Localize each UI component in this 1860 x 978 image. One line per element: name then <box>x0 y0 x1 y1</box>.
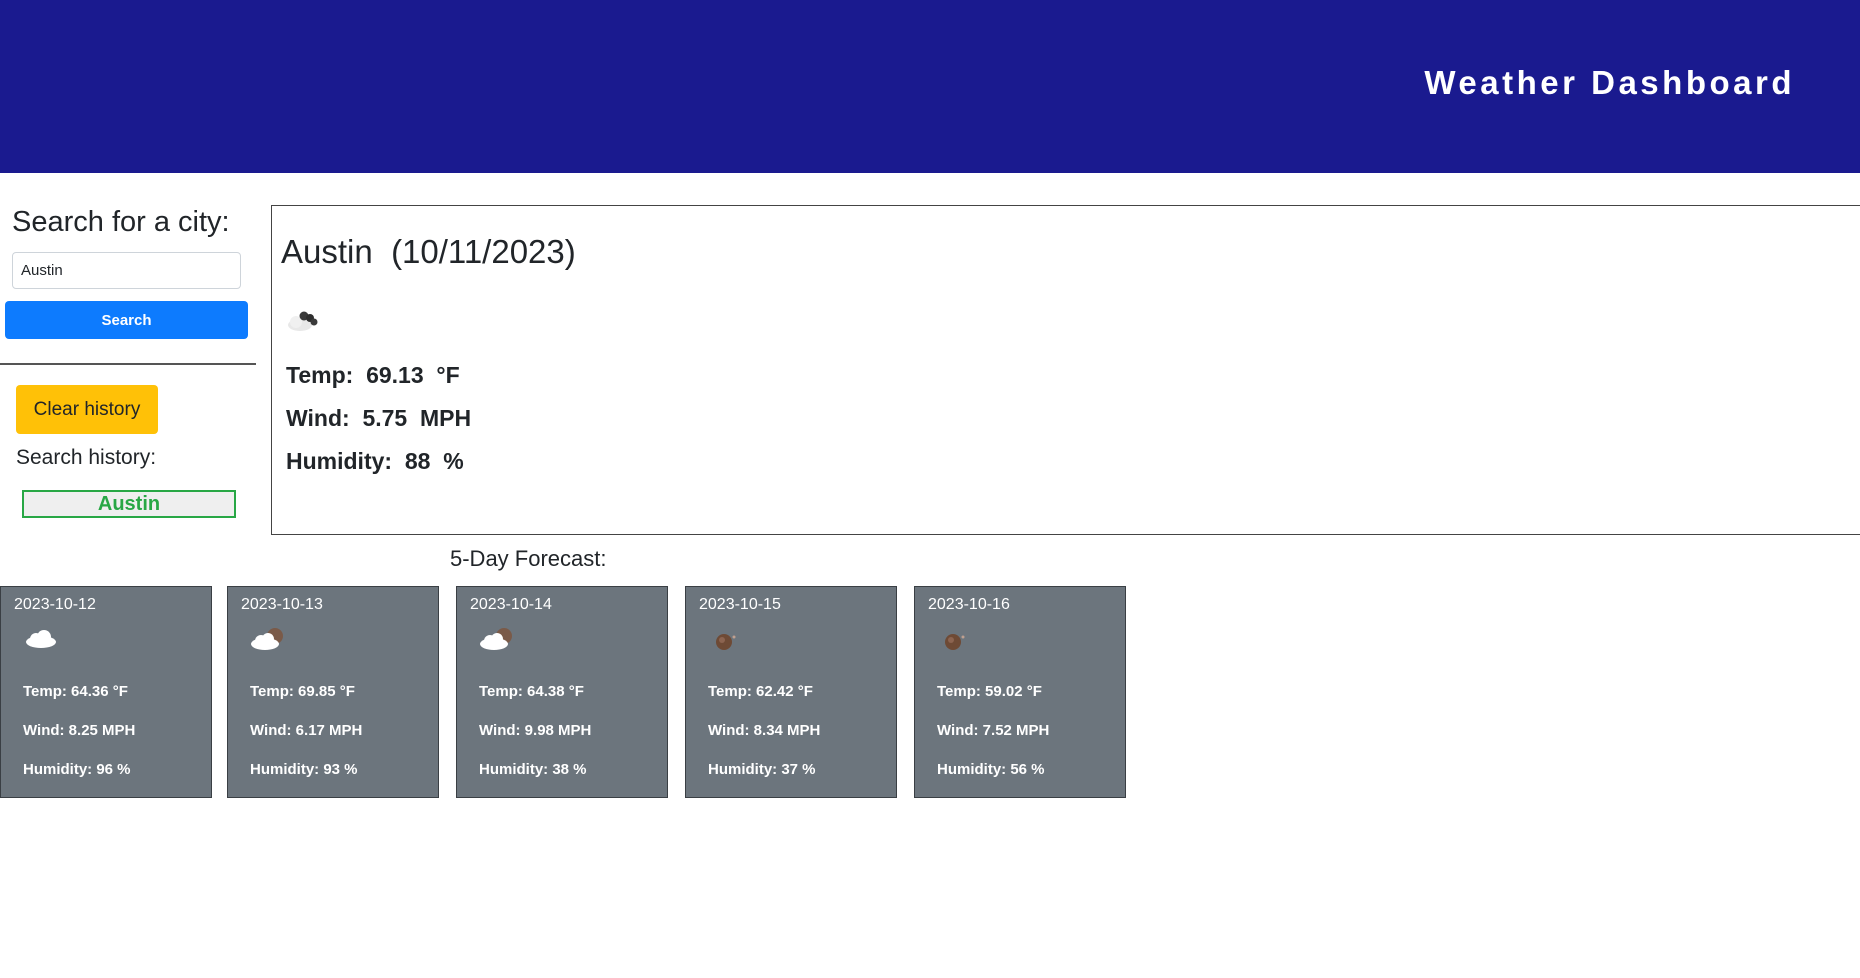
forecast-temp: Temp: 69.85 °F <box>250 683 355 700</box>
clear-night-icon <box>945 634 965 650</box>
clear-night-icon <box>716 634 736 650</box>
cloud-icon <box>26 630 56 648</box>
forecast-humidity: Humidity: 96 % <box>23 761 131 778</box>
search-heading: Search for a city: <box>12 206 230 238</box>
forecast-wind: Wind: 6.17 MPH <box>250 722 363 739</box>
forecast-date: 2023-10-15 <box>699 596 781 613</box>
current-date: (10/11/2023) <box>391 233 576 270</box>
forecast-date: 2023-10-12 <box>14 596 96 613</box>
forecast-card: 2023-10-12 Temp: 64.36 °F Wind: 8.25 MPH… <box>0 586 212 798</box>
current-temp: Temp: 69.13 °F <box>286 362 460 388</box>
search-history-heading: Search history: <box>16 446 157 469</box>
forecast-temp: Temp: 59.02 °F <box>937 683 1042 700</box>
forecast-card: 2023-10-13 Temp: 69.85 °F Wind: 6.17 MPH… <box>227 586 439 798</box>
partly-cloudy-night-icon <box>480 628 512 650</box>
forecast-date: 2023-10-14 <box>470 596 552 613</box>
current-humidity: Humidity: 88 % <box>286 448 464 474</box>
cloudy-icon <box>288 311 318 331</box>
current-wind: Wind: 5.75 MPH <box>286 405 472 431</box>
forecast-wind: Wind: 9.98 MPH <box>479 722 592 739</box>
sidebar-divider <box>0 363 256 365</box>
forecast-humidity: Humidity: 38 % <box>479 761 587 778</box>
forecast-wind: Wind: 8.34 MPH <box>708 722 821 739</box>
forecast-wind: Wind: 8.25 MPH <box>23 722 136 739</box>
current-city-title: Austin (10/11/2023) <box>281 233 576 271</box>
clear-history-button[interactable]: Clear history <box>16 385 158 434</box>
partly-cloudy-night-icon <box>251 628 283 650</box>
forecast-humidity: Humidity: 93 % <box>250 761 358 778</box>
city-search-input[interactable] <box>12 252 241 289</box>
forecast-card: 2023-10-16 Temp: 59.02 °F Wind: 7.52 MPH… <box>914 586 1126 798</box>
forecast-heading: 5-Day Forecast: <box>450 546 607 571</box>
forecast-temp: Temp: 62.42 °F <box>708 683 813 700</box>
page-title: Weather Dashboard <box>1424 64 1795 101</box>
forecast-temp: Temp: 64.36 °F <box>23 683 128 700</box>
forecast-humidity: Humidity: 37 % <box>708 761 816 778</box>
forecast-card: 2023-10-15 Temp: 62.42 °F Wind: 8.34 MPH… <box>685 586 897 798</box>
header-banner: Weather Dashboard <box>0 0 1860 173</box>
forecast-humidity: Humidity: 56 % <box>937 761 1045 778</box>
forecast-date: 2023-10-13 <box>241 596 323 613</box>
forecast-card: 2023-10-14 Temp: 64.38 °F Wind: 9.98 MPH… <box>456 586 668 798</box>
search-button[interactable]: Search <box>5 301 248 339</box>
forecast-wind: Wind: 7.52 MPH <box>937 722 1050 739</box>
forecast-temp: Temp: 64.38 °F <box>479 683 584 700</box>
current-city: Austin <box>281 233 373 270</box>
current-weather-panel: Austin (10/11/2023) Temp: 69.13 °F Wind:… <box>271 205 1860 535</box>
history-item-austin[interactable]: Austin <box>22 490 236 518</box>
forecast-date: 2023-10-16 <box>928 596 1010 613</box>
